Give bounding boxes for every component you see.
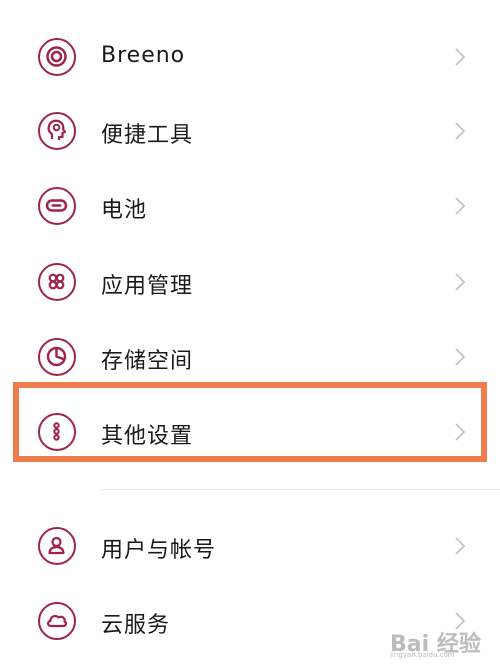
settings-item-label: 云服务 — [101, 613, 171, 638]
settings-item-label: 用户与帐号 — [101, 538, 217, 563]
highlight-box — [13, 382, 487, 462]
app-management-icon — [38, 263, 76, 301]
watermark-subtext: jingyan.baidu.com — [390, 651, 455, 659]
settings-item-label: 便捷工具 — [101, 123, 194, 148]
settings-item-label: 应用管理 — [101, 274, 194, 299]
cloud-icon — [38, 602, 76, 640]
chevron-right-icon — [454, 347, 466, 367]
chevron-right-icon — [454, 536, 466, 556]
chevron-right-icon — [454, 121, 466, 141]
section-divider — [100, 489, 500, 490]
settings-item-battery[interactable]: 电池 — [0, 169, 500, 243]
user-account-icon — [38, 527, 76, 565]
settings-item-breeno[interactable]: Breeno — [0, 20, 500, 94]
baidu-watermark: Bai 经验 jingyan.baidu.com — [390, 626, 486, 660]
settings-item-label: Breeno — [101, 43, 186, 68]
storage-icon — [38, 338, 76, 376]
settings-item-label: 电池 — [101, 198, 148, 223]
breeno-icon — [38, 38, 76, 76]
chevron-right-icon — [454, 272, 466, 292]
settings-item-app-management[interactable]: 应用管理 — [0, 245, 500, 319]
chevron-right-icon — [454, 47, 466, 67]
settings-item-convenient-tools[interactable]: 便捷工具 — [0, 94, 500, 168]
settings-item-user-account[interactable]: 用户与帐号 — [0, 509, 500, 583]
convenient-tools-icon — [38, 112, 76, 150]
partial-settings-icon — [36, 0, 76, 4]
chevron-right-icon — [454, 196, 466, 216]
settings-item-label: 存储空间 — [101, 349, 194, 374]
battery-icon — [38, 187, 76, 225]
